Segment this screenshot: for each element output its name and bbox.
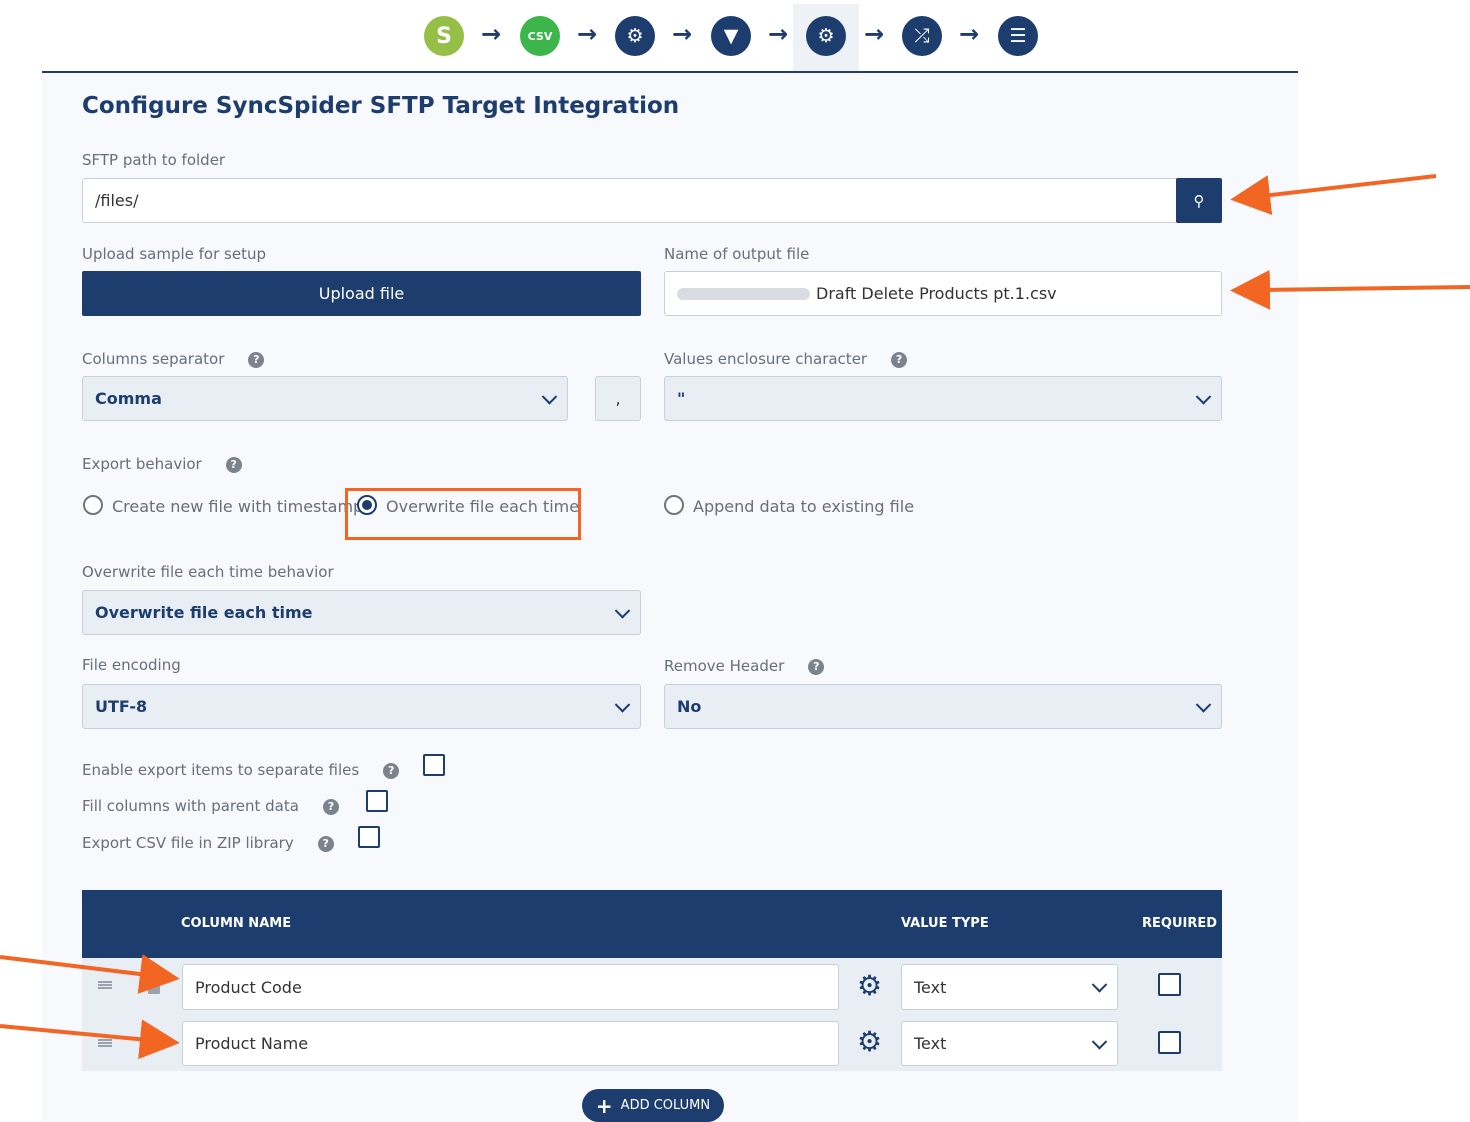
annotation-arrow xyxy=(1230,269,1470,310)
annotation-arrow xyxy=(0,1019,180,1060)
annotation-arrows xyxy=(0,174,1470,1060)
annotation-arrow xyxy=(0,954,180,994)
annotation-arrow xyxy=(1230,174,1437,215)
